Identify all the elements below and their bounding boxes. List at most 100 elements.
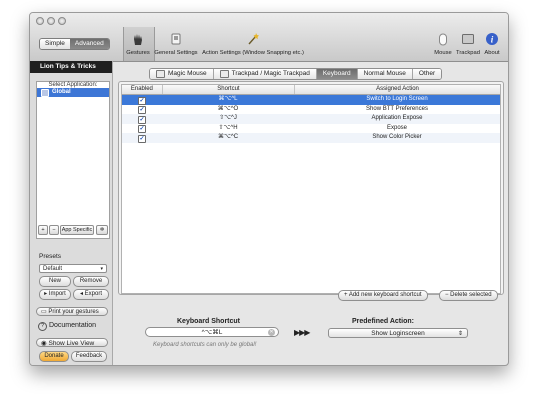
trackpad-icon bbox=[462, 34, 474, 44]
delete-selected-label: Delete selected bbox=[450, 292, 492, 298]
toolbar-gestures-label: Gestures bbox=[126, 50, 150, 56]
table-row[interactable]: ✓ ⌘⌥^C Show Color Picker bbox=[122, 133, 500, 143]
table-row[interactable]: ✓ ⇧⌥^H Expose bbox=[122, 124, 500, 133]
lion-tips-link[interactable]: Lion Tips & Tricks bbox=[30, 61, 112, 73]
enabled-checkbox[interactable]: ✓ bbox=[122, 105, 162, 114]
table-row[interactable]: ✓ ⌘⌥^O Show BTT Preferences bbox=[122, 105, 500, 114]
minimize-window-button[interactable] bbox=[47, 17, 55, 25]
shortcut-cell: ⌘⌥^L bbox=[218, 96, 238, 102]
chevron-updown-icon: ⇕ bbox=[457, 331, 463, 337]
shortcut-cell: ⌘⌥^C bbox=[217, 134, 239, 140]
global-shortcut-hint: Keyboard shortcuts can only be global! bbox=[153, 342, 257, 348]
toolbar-mouse-label: Mouse bbox=[434, 50, 452, 56]
mode-switch: Simple Advanced bbox=[39, 38, 110, 50]
toolbar-trackpad[interactable]: Trackpad bbox=[456, 32, 480, 56]
tab-other[interactable]: Other bbox=[412, 69, 442, 79]
tab-label: Trackpad / Magic Trackpad bbox=[231, 70, 310, 77]
checkmark-icon: ✓ bbox=[138, 134, 146, 143]
close-window-button[interactable] bbox=[36, 17, 44, 25]
mode-simple-button[interactable]: Simple bbox=[40, 39, 70, 49]
shortcut-cell: ⇧⌥^J bbox=[219, 115, 237, 121]
zoom-window-button[interactable] bbox=[58, 17, 66, 25]
table-row[interactable]: ✓ ⇧⌥^J Application Expose bbox=[122, 114, 500, 124]
help-icon: ? bbox=[38, 322, 47, 331]
print-gestures-button[interactable]: ▭ Print your gestures bbox=[36, 307, 108, 316]
delete-selected-button[interactable]: − Delete selected bbox=[439, 290, 498, 301]
table-row[interactable]: ✓ ⌘⌥^L Switch to Login Screen bbox=[122, 95, 500, 105]
show-live-view-label: Show Live View bbox=[48, 340, 95, 347]
checkmark-icon: ✓ bbox=[138, 106, 146, 114]
toolbar-about-label: About bbox=[484, 50, 500, 56]
remove-preset-button[interactable]: Remove bbox=[73, 276, 109, 287]
toolbar-action-settings-label: Action Settings (Window Snapping etc.) bbox=[202, 50, 304, 56]
new-preset-button[interactable]: New bbox=[39, 276, 71, 287]
preset-select-value: Default bbox=[43, 266, 63, 272]
toolbar-mouse[interactable]: Mouse bbox=[432, 32, 454, 56]
toolbar-gestures[interactable]: Gestures bbox=[125, 32, 151, 56]
predefined-action-select[interactable]: Show Loginscreen ⇕ bbox=[328, 328, 468, 338]
checkmark-icon: ✓ bbox=[138, 115, 146, 124]
predefined-action-label: Predefined Action: bbox=[352, 318, 414, 325]
shortcut-recorder-field[interactable]: ^⌥⌘L ✕ bbox=[145, 327, 279, 337]
toolbar-trackpad-label: Trackpad bbox=[456, 50, 480, 56]
donate-button[interactable]: Donate bbox=[39, 351, 69, 362]
toolbar: Simple Advanced Gestures General Setting… bbox=[30, 13, 508, 62]
main-window: Simple Advanced Gestures General Setting… bbox=[29, 12, 509, 366]
clear-shortcut-icon[interactable]: ✕ bbox=[268, 329, 275, 336]
sidebar: Lion Tips & Tricks Select Application: G… bbox=[30, 61, 113, 365]
toolbar-general-settings[interactable]: General Settings bbox=[154, 32, 198, 56]
add-keyboard-shortcut-button[interactable]: + Add new keyboard shortcut bbox=[338, 290, 428, 301]
import-label: Import bbox=[48, 291, 66, 297]
switch-icon bbox=[171, 33, 181, 45]
action-cell: Expose bbox=[386, 124, 407, 131]
shortcuts-panel: Enabled Shortcut Assigned Action ✓ ⌘⌥^L … bbox=[118, 81, 504, 295]
checkmark-icon: ✓ bbox=[138, 96, 146, 105]
enabled-checkbox[interactable]: ✓ bbox=[122, 95, 162, 105]
header-assigned-action[interactable]: Assigned Action bbox=[295, 85, 500, 94]
documentation-label: Documentation bbox=[48, 322, 97, 329]
shortcuts-table: Enabled Shortcut Assigned Action ✓ ⌘⌥^L … bbox=[121, 84, 501, 294]
tab-normal-mouse[interactable]: Normal Mouse bbox=[357, 69, 413, 79]
wand-icon bbox=[248, 33, 259, 45]
tab-trackpad[interactable]: Trackpad / Magic Trackpad bbox=[213, 69, 317, 79]
header-enabled[interactable]: Enabled bbox=[122, 85, 163, 94]
toolbar-general-label: General Settings bbox=[154, 50, 198, 56]
enabled-checkbox[interactable]: ✓ bbox=[122, 133, 162, 143]
export-label: Export bbox=[84, 291, 103, 297]
tab-magic-mouse[interactable]: Magic Mouse bbox=[150, 69, 214, 79]
documentation-link[interactable]: ? Documentation bbox=[38, 322, 96, 331]
feedback-button[interactable]: Feedback bbox=[71, 351, 107, 362]
shortcut-cell: ⌘⌥^O bbox=[217, 105, 239, 112]
magic-mouse-icon bbox=[156, 70, 165, 78]
enabled-checkbox[interactable]: ✓ bbox=[122, 124, 162, 133]
add-shortcut-label: Add new keyboard shortcut bbox=[348, 292, 422, 298]
info-icon: i bbox=[486, 33, 498, 45]
app-list-item-label: Global bbox=[52, 89, 71, 95]
application-list-panel: Select Application: Global bbox=[36, 81, 110, 239]
app-specific-button[interactable]: App Specific bbox=[60, 225, 94, 235]
add-app-button[interactable]: + bbox=[38, 225, 48, 235]
action-cell: Switch to Login Screen bbox=[366, 96, 428, 102]
toolbar-about[interactable]: i About bbox=[481, 32, 503, 56]
hand-icon bbox=[134, 34, 142, 45]
remove-app-button[interactable]: − bbox=[49, 225, 59, 235]
toolbar-action-settings[interactable]: Action Settings (Window Snapping etc.) bbox=[200, 32, 306, 56]
header-shortcut[interactable]: Shortcut bbox=[163, 85, 296, 94]
tab-keyboard[interactable]: Keyboard bbox=[316, 69, 358, 79]
app-list-item-global[interactable]: Global bbox=[37, 88, 109, 97]
mode-advanced-button[interactable]: Advanced bbox=[69, 39, 109, 49]
show-live-view-button[interactable]: ◉ Show Live View bbox=[36, 338, 108, 347]
trackpad-icon bbox=[219, 70, 229, 78]
enabled-checkbox[interactable]: ✓ bbox=[122, 114, 162, 124]
print-gestures-label: Print your gestures bbox=[48, 309, 99, 315]
gear-icon: ✲ bbox=[99, 227, 105, 233]
preset-select[interactable]: Default ▾ bbox=[39, 264, 107, 273]
shortcut-cell: ⇧⌥^H bbox=[218, 124, 238, 131]
tab-label: Magic Mouse bbox=[168, 70, 207, 77]
gear-menu-button[interactable]: ✲ bbox=[96, 225, 108, 235]
app-icon bbox=[41, 88, 49, 97]
arrow-indicator-icon: ▶▶▶ bbox=[294, 328, 311, 337]
import-button[interactable]: ▸ Import bbox=[39, 289, 71, 300]
action-cell: Application Expose bbox=[371, 115, 423, 121]
export-button[interactable]: ◂ Export bbox=[73, 289, 109, 300]
